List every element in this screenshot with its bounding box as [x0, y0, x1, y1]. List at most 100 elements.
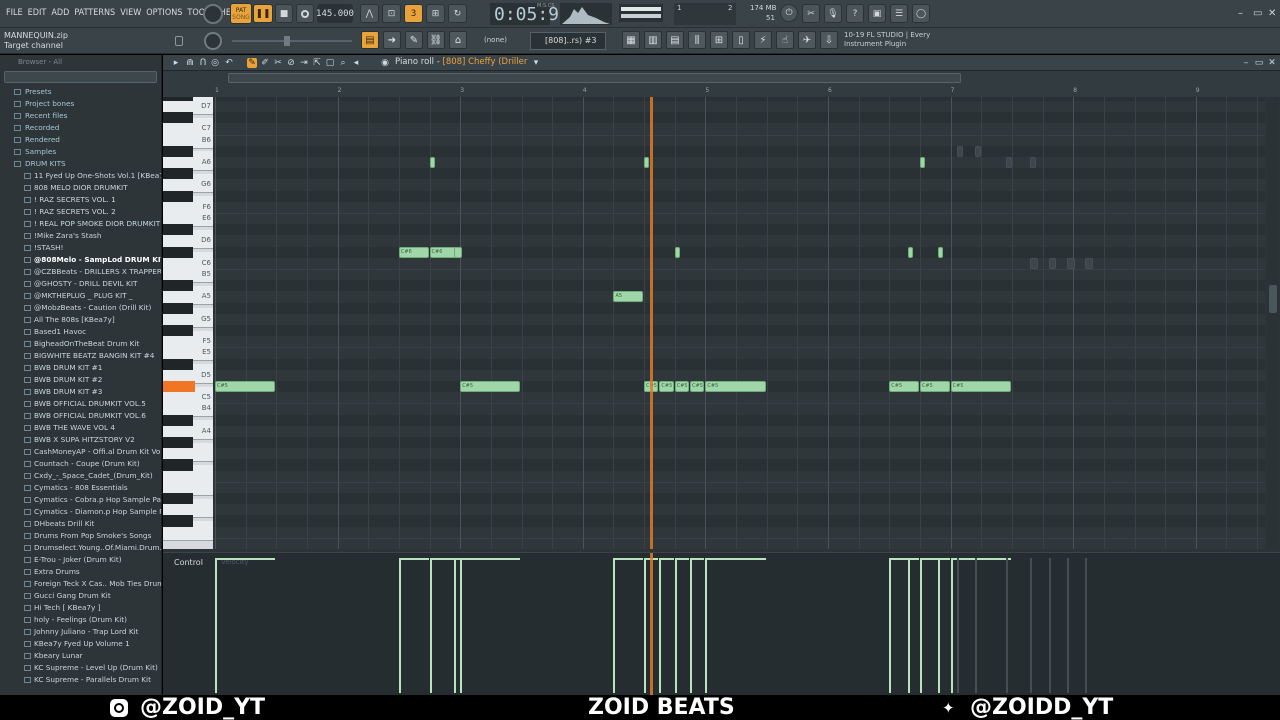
- browser-item[interactable]: ! RAZ SECRETS VOL. 2: [0, 206, 161, 218]
- pattern-none-select[interactable]: (none): [478, 34, 526, 48]
- midi-note[interactable]: C#5: [889, 381, 919, 392]
- select-tool-icon[interactable]: ⇱: [312, 58, 322, 68]
- note-grid[interactable]: C#5C#5C#5C#5C#5C#5C#5C#5C#5C#5C#5C#6C#6A…: [213, 97, 1265, 549]
- browser-item[interactable]: CashMoneyAP - Offi.al Drum Kit Vol. 1: [0, 446, 161, 458]
- browser-search[interactable]: [4, 71, 157, 83]
- vertical-scroll-thumb[interactable]: [1269, 285, 1277, 313]
- tool-btn-6[interactable]: ▯: [732, 31, 750, 49]
- news-panel[interactable]: 10-19 FL STUDIO | Every Instrument Plugi…: [844, 31, 930, 49]
- browser-item[interactable]: Hi Tech [ KBea7y ]: [0, 602, 161, 614]
- browser-folder[interactable]: Recent files: [0, 110, 161, 122]
- piano-roll-titlebar[interactable]: ▸ ⋒ ᑎ ◎ ↶ ✎ ✐ ✂ ⊘ ⇥ ⇱ ▢ ⌕ ◂ ◉ Piano roll…: [163, 55, 1280, 71]
- browser-item[interactable]: Cymatics - Diamon.p Hop Sample Pack: [0, 506, 161, 518]
- velocity-lane[interactable]: [213, 553, 1265, 696]
- menu-arrow-icon[interactable]: ▸: [171, 58, 181, 68]
- browser-item[interactable]: ! RAZ SECRETS VOL. 1: [0, 194, 161, 206]
- browser-item[interactable]: Countach - Coupe (Drum Kit): [0, 458, 161, 470]
- stop-button[interactable]: ■: [275, 4, 293, 23]
- black-key[interactable]: [163, 414, 193, 426]
- browser-item[interactable]: @GHOSTY - DRILL DEVIL KIT: [0, 278, 161, 290]
- black-key[interactable]: [163, 437, 193, 449]
- midi-note[interactable]: [429, 157, 435, 168]
- browser-item[interactable]: Cymatics - 808 Essentials: [0, 482, 161, 494]
- chevron-down-icon[interactable]: ▾: [531, 58, 541, 68]
- browser-item[interactable]: 11 Fyed Up One-Shots Vol.1 [KBea7y]: [0, 170, 161, 182]
- tool-btn-5[interactable]: ⊞: [710, 31, 728, 49]
- pr-restore-icon[interactable]: ▭: [1254, 58, 1264, 68]
- piano-roll-menu-icon[interactable]: ◉: [380, 58, 390, 68]
- velocity-bar[interactable]: [889, 558, 892, 693]
- mute-tool-icon[interactable]: ⊘: [286, 58, 296, 68]
- browser-item[interactable]: BWB THE WAVE VOL 4: [0, 422, 161, 434]
- browser-item[interactable]: Extra Drums: [0, 566, 161, 578]
- black-key[interactable]: [163, 190, 193, 202]
- delete-tool-icon[interactable]: ✂: [273, 58, 283, 68]
- browser-item[interactable]: BIGWHITE BEATZ BANGIN KIT #4: [0, 350, 161, 362]
- velocity-bar[interactable]: [659, 558, 662, 693]
- midi-note[interactable]: C#5: [460, 381, 521, 392]
- black-key[interactable]: [163, 459, 193, 471]
- browser-item[interactable]: BWB X SUPA HITZSTORY V2: [0, 434, 161, 446]
- stamp-button[interactable]: ⌂: [449, 31, 467, 49]
- link-button[interactable]: ⛓: [427, 31, 445, 49]
- piano-roll-view-button[interactable]: ▤: [361, 31, 379, 49]
- browser-item[interactable]: KBea7y Fyed Up Volume 1: [0, 638, 161, 650]
- timeline[interactable]: 1 2 3 4 5 6 7 8 9: [163, 71, 1280, 108]
- black-key[interactable]: [163, 358, 193, 370]
- pattern-select[interactable]: [808]..rs) #3: [530, 32, 606, 50]
- velocity-bar[interactable]: [454, 558, 457, 693]
- velocity-bar[interactable]: [613, 558, 616, 693]
- tempo-display[interactable]: 145.000: [316, 4, 354, 23]
- velocity-bar[interactable]: [674, 558, 677, 693]
- arrow-button[interactable]: ➜: [383, 31, 401, 49]
- browser-item[interactable]: BigheadOnTheBeat Drum Kit: [0, 338, 161, 350]
- browser-item[interactable]: Cymatics - Cobra.p Hop Sample Pack: [0, 494, 161, 506]
- magnet-icon[interactable]: ⋒: [185, 58, 195, 68]
- chat-button[interactable]: ◯: [912, 4, 930, 23]
- menu-file[interactable]: FILE: [6, 8, 23, 18]
- slice-tool-icon[interactable]: ⇥: [299, 58, 309, 68]
- browser-item[interactable]: BWB DRUM KIT #3: [0, 386, 161, 398]
- browser-item[interactable]: Kbeary Lunar: [0, 650, 161, 662]
- velocity-bar[interactable]: [705, 558, 708, 693]
- tool-btn-8[interactable]: ☝: [776, 31, 794, 49]
- restore-icon[interactable]: ▭: [1253, 8, 1262, 19]
- midi-note[interactable]: C#5: [659, 381, 674, 392]
- tool-btn-2[interactable]: ▥: [644, 31, 662, 49]
- cpu-button[interactable]: ⏻: [780, 4, 798, 22]
- browser-item[interactable]: Johnny Juliano - Trap Lord Kit: [0, 626, 161, 638]
- black-key[interactable]: [163, 112, 193, 124]
- velocity-bar[interactable]: [429, 558, 432, 693]
- blend-notes-button[interactable]: ⊞: [426, 4, 445, 23]
- vertical-scrollbar[interactable]: [1267, 97, 1279, 549]
- snap-icon[interactable]: ᑎ: [198, 58, 208, 68]
- browser-item[interactable]: Drumselect.Young..Of.Miami.Drum.Kit: [0, 542, 161, 554]
- black-key[interactable]: [163, 168, 193, 180]
- midi-note[interactable]: A5: [613, 291, 644, 303]
- minimize-icon[interactable]: –: [1238, 8, 1243, 19]
- close-icon[interactable]: ✕: [1268, 8, 1276, 19]
- velocity-bar[interactable]: [398, 558, 401, 693]
- menu-edit[interactable]: EDIT: [28, 8, 47, 18]
- midi-note[interactable]: [938, 246, 944, 258]
- menu-patterns[interactable]: PATTERNS: [74, 8, 115, 18]
- velocity-bar[interactable]: [938, 558, 941, 693]
- master-volume[interactable]: [619, 4, 663, 22]
- browser-item[interactable]: E-Trou - Joker (Drum Kit): [0, 554, 161, 566]
- playhead[interactable]: [650, 97, 654, 549]
- tool-btn-7[interactable]: ⚡: [754, 31, 772, 49]
- speaker-icon[interactable]: ◂: [351, 58, 361, 68]
- browser-folder[interactable]: Presets: [0, 86, 161, 98]
- pr-close-icon[interactable]: ✕: [1267, 58, 1277, 68]
- tool-btn-9[interactable]: ✈: [798, 31, 816, 49]
- tool-btn-10[interactable]: ⇩: [820, 31, 838, 49]
- mixer-button[interactable]: ☰: [890, 4, 908, 23]
- pencil-button[interactable]: ✎: [405, 31, 423, 49]
- piano-keyboard[interactable]: D7 C7 B6 A6 G6 F6 E6 D6 C6 B5 A5 G5 F5 E5 D5 C5 B4 A4: [163, 97, 213, 549]
- browser-folder[interactable]: Samples: [0, 146, 161, 158]
- browser-folder[interactable]: Recorded: [0, 122, 161, 134]
- black-key[interactable]: [163, 515, 193, 527]
- magnify-icon[interactable]: ⌕: [338, 58, 348, 68]
- loop-record-button[interactable]: ↻: [448, 4, 467, 23]
- zoom-tool-icon[interactable]: ▢: [325, 58, 335, 68]
